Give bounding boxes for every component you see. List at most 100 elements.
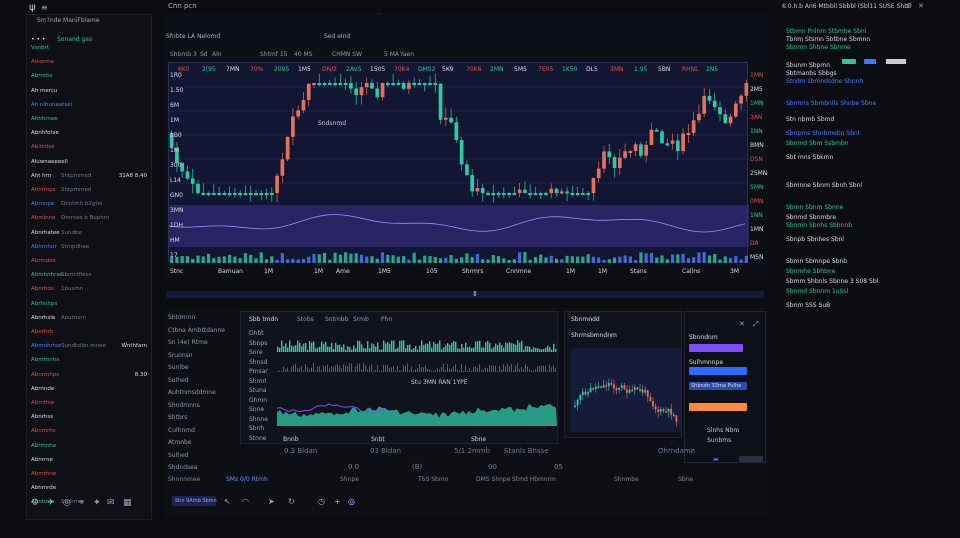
candle[interactable] <box>470 175 475 192</box>
watchlist-row[interactable]: Abnrhatee Sundbe <box>31 230 147 237</box>
sub-chart-a-tab-item[interactable]: Srmb <box>353 316 369 323</box>
candle[interactable] <box>686 132 691 135</box>
candle[interactable] <box>417 83 422 85</box>
candle[interactable] <box>723 114 728 124</box>
watchlist-row[interactable]: Abnrhds 1pusmn <box>31 286 147 293</box>
candle[interactable] <box>454 122 459 141</box>
right-panel-row[interactable]: Sbnmd Sbnnm 1uSsl <box>782 288 926 296</box>
candle[interactable] <box>206 193 211 195</box>
candle[interactable] <box>243 193 248 195</box>
candle[interactable] <box>354 88 359 96</box>
sub-chart-b-candle[interactable] <box>615 388 618 390</box>
candle[interactable] <box>612 157 617 169</box>
candle[interactable] <box>728 116 733 124</box>
candle[interactable] <box>422 83 427 85</box>
status-bar-item[interactable]: DMS Shnpe <box>476 476 510 483</box>
sub-chart-b-candle[interactable] <box>628 389 631 393</box>
candle[interactable] <box>544 193 548 195</box>
watchlist-row[interactable]: Aht hrn Shtpmmed 31A8 8.40 <box>31 173 147 180</box>
sub-chart-b-candle[interactable] <box>662 409 665 412</box>
watchlist-row[interactable]: Ah nlhuneatsel <box>31 102 147 109</box>
sub-chart-b-candle[interactable] <box>618 387 621 390</box>
watchlist-row[interactable]: Ahnhrnee <box>31 116 147 123</box>
order-button-purple[interactable] <box>689 344 743 352</box>
watchlist-row[interactable]: Abmhnhrae Sbmnffiess <box>31 272 147 279</box>
candle[interactable] <box>407 83 411 89</box>
sub-chart-b-svg[interactable] <box>565 326 683 436</box>
status-bar-item[interactable]: T5S Sbmn <box>418 476 448 483</box>
sub-chart-b-candle[interactable] <box>602 385 605 388</box>
right-panel-row[interactable]: Sbnpb Sbnhes Sbnl <box>782 236 926 244</box>
candle[interactable] <box>254 193 258 195</box>
candle[interactable] <box>538 193 543 195</box>
sub-chart-a[interactable]: Sbb tmdn Stobs Sntmbb Srmb Phn Ghbt Sbnps Snr… <box>240 311 558 444</box>
candle[interactable] <box>364 83 369 88</box>
tool-button-primary[interactable]: Shn 9Amb Sbmn <box>172 496 217 506</box>
sub-chart-b-candle[interactable] <box>633 387 636 390</box>
status-bar-item[interactable]: Shnmbe <box>614 476 639 483</box>
watchlist-row[interactable]: Abmrhne <box>31 471 147 478</box>
candle[interactable] <box>549 188 554 193</box>
sub-chart-b-candle[interactable] <box>623 385 626 390</box>
watchlist-row[interactable]: Abnrrne <box>31 457 147 464</box>
timeline-scrollbar[interactable]: ⇕ <box>166 290 764 299</box>
sub-chart-b-candle[interactable] <box>667 408 670 412</box>
order-button-blue[interactable] <box>689 367 747 375</box>
subtoolbar-item[interactable]: Yaen <box>400 51 414 58</box>
watchlist-row[interactable]: Ah mercu <box>31 88 147 95</box>
candle[interactable] <box>496 193 501 195</box>
sub-chart-b-candle[interactable] <box>581 391 584 396</box>
status-bar-item[interactable]: Sbne <box>678 476 693 483</box>
watchlist-row[interactable]: Abrnhne <box>31 400 147 407</box>
candle[interactable] <box>533 193 538 195</box>
cursor-icon[interactable]: ↖ <box>224 497 231 506</box>
watchlist-row[interactable]: Ahnrmps Shtpmmed <box>31 187 147 194</box>
sub-chart-b-candle[interactable] <box>589 387 592 393</box>
watchlist-row[interactable]: Abnrhsle Aoutmnn <box>31 315 147 322</box>
watchlist-row[interactable]: Abmnhrtse Sundtslbn mnee Wnthfarn <box>31 343 147 350</box>
candle[interactable] <box>507 193 511 195</box>
watchlist-row[interactable]: Abnhfotse <box>31 130 147 137</box>
right-panel-row[interactable]: Sbnmd Sbnmbre <box>782 214 926 222</box>
pin-icon[interactable]: ⌖ <box>79 499 84 508</box>
close-icon[interactable]: ✕ <box>739 320 745 329</box>
sub-chart-b-candle[interactable] <box>613 384 615 389</box>
watchlist-row[interactable]: Aluwnaeeeell <box>31 159 147 166</box>
sub-chart-a-tab-item[interactable]: Sntmbb <box>325 316 348 323</box>
candle[interactable] <box>201 193 206 195</box>
candle[interactable] <box>438 83 443 120</box>
candle[interactable] <box>322 83 327 85</box>
send-icon[interactable]: ➤ <box>268 497 275 506</box>
candle[interactable] <box>486 193 490 195</box>
candle[interactable] <box>343 83 348 85</box>
grid-icon[interactable]: ▦ <box>123 499 132 508</box>
candle[interactable] <box>712 100 717 108</box>
candle[interactable] <box>222 193 227 195</box>
candlestick-chart[interactable] <box>168 62 749 263</box>
sub-chart-b-candle[interactable] <box>641 389 644 393</box>
candle[interactable] <box>697 113 701 121</box>
scroll-handle-icon[interactable]: ⇕ <box>472 290 478 299</box>
sub-chart-b-candle[interactable] <box>659 409 662 412</box>
watchlist-row[interactable]: Abnrhss <box>31 414 147 421</box>
sub-chart-b-candle[interactable] <box>646 390 649 397</box>
subtoolbar-item[interactable]: 40 MS <box>294 51 313 58</box>
candle[interactable] <box>238 193 243 195</box>
sub-chart-b-candle[interactable] <box>584 391 587 395</box>
subtoolbar-item[interactable]: Sd <box>200 51 208 58</box>
candle[interactable] <box>306 83 311 100</box>
sub-chart-b-candle[interactable] <box>605 385 608 387</box>
sub-chart-b-candle[interactable] <box>600 386 602 388</box>
candle[interactable] <box>654 129 659 132</box>
order-button-orange[interactable] <box>689 403 747 411</box>
candle[interactable] <box>370 83 374 89</box>
candle[interactable] <box>681 133 685 152</box>
candle[interactable] <box>401 83 406 89</box>
right-panel-row[interactable]: Sbmn Sbmnpe Sbnb <box>782 258 926 266</box>
watchlist-row[interactable]: Abhmrde <box>31 485 147 492</box>
watchlist-row[interactable]: Vsnbrt <box>31 45 147 52</box>
watchlist-row[interactable]: Abnrmhps 8.30 <box>31 372 147 379</box>
candle[interactable] <box>465 164 469 176</box>
right-panel-row[interactable]: Sbtmanbs Sbbgs <box>782 70 926 78</box>
sub-chart-b-tab[interactable]: Sbnmndd <box>571 316 600 323</box>
